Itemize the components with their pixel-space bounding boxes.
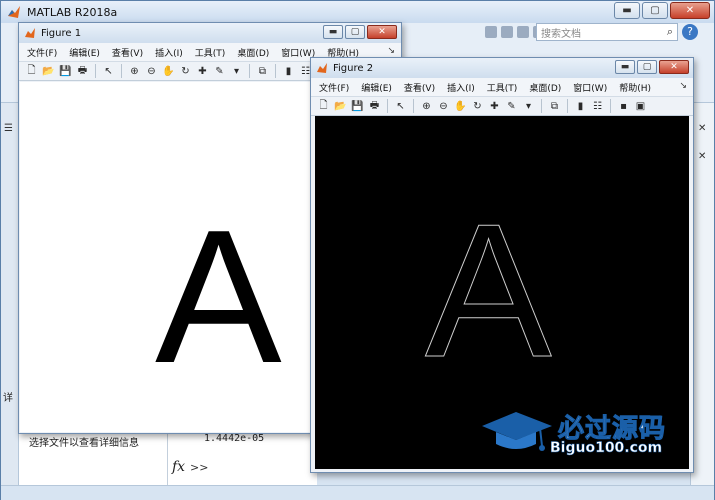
maximize-icon[interactable]: ▢ (642, 2, 668, 19)
link-icon[interactable]: ⧉ (547, 99, 562, 114)
colorbar-icon[interactable]: ▮ (573, 99, 588, 114)
figure-icon (317, 63, 327, 73)
toolbar-separator (413, 99, 414, 113)
zoom-out-icon[interactable]: ⊖ (144, 64, 159, 79)
menu-overflow-icon[interactable]: ↘ (679, 81, 687, 91)
quick-cut-icon[interactable] (501, 26, 513, 38)
close-icon[interactable]: ✕ (659, 60, 689, 74)
documentation-search-input[interactable]: 搜索文档 ⌕ (536, 23, 678, 41)
figure2-titlebar[interactable]: Figure 2 ▬ ▢ ✕ (311, 58, 693, 78)
toolbar-separator (541, 99, 542, 113)
figure1-title: Figure 1 (41, 27, 82, 39)
menu-file[interactable]: 文件(F) (27, 46, 57, 59)
maximize-icon[interactable]: ▢ (637, 60, 657, 74)
menu-file[interactable]: 文件(F) (319, 81, 349, 94)
minimize-icon[interactable]: ▬ (614, 2, 640, 19)
menu-help[interactable]: 帮助(H) (619, 81, 651, 94)
toolbar-separator (610, 99, 611, 113)
figure-icon (25, 28, 35, 38)
menu-edit[interactable]: 编辑(E) (69, 46, 100, 59)
rotate-3d-icon[interactable]: ↻ (470, 99, 485, 114)
quick-save-icon[interactable] (485, 26, 497, 38)
menu-desktop[interactable]: 桌面(D) (237, 46, 269, 59)
close-icon[interactable]: ✕ (670, 2, 710, 19)
menu-view[interactable]: 查看(V) (404, 81, 435, 94)
panel-close-icon[interactable]: ✕ (698, 151, 706, 162)
toolbar-separator (95, 64, 96, 78)
menu-tools[interactable]: 工具(T) (487, 81, 518, 94)
data-cursor-icon[interactable]: ✚ (195, 64, 210, 79)
help-icon[interactable]: ? (682, 24, 698, 40)
open-folder-icon[interactable]: 📂 (41, 64, 56, 79)
current-folder-panel-edge: ☰ (1, 103, 19, 500)
maximize-icon[interactable]: ▢ (345, 25, 365, 39)
command-prompt: >> (190, 461, 209, 474)
figure2-image-letter: A (425, 185, 553, 397)
menu-window[interactable]: 窗口(W) (573, 81, 607, 94)
figure2-title: Figure 2 (333, 62, 374, 74)
menu-overflow-icon[interactable]: ↘ (387, 46, 395, 56)
search-icon[interactable]: ⌕ (667, 25, 673, 39)
command-output-value: 1.4442e-05 (204, 433, 265, 444)
fx-icon[interactable]: fx (172, 459, 185, 475)
main-window-title: MATLAB R2018a (27, 5, 118, 19)
zoom-out-icon[interactable]: ⊖ (436, 99, 451, 114)
figure1-image-letter: A (155, 191, 282, 403)
brush-icon[interactable]: ✎ (504, 99, 519, 114)
quick-copy-icon[interactable] (517, 26, 529, 38)
zoom-in-icon[interactable]: ⊕ (419, 99, 434, 114)
matlab-logo-icon (8, 6, 20, 18)
close-icon[interactable]: ✕ (367, 25, 397, 39)
hide-plot-tools-icon[interactable]: ▪ (616, 99, 631, 114)
print-icon[interactable]: 🖶 (75, 64, 90, 79)
toolbar-separator (121, 64, 122, 78)
toolbar-separator (567, 99, 568, 113)
rotate-3d-icon[interactable]: ↻ (178, 64, 193, 79)
main-titlebar[interactable]: MATLAB R2018a ▬ ▢ ✕ (1, 1, 714, 23)
watermark-logo: 必过源码 Biguo100.com (480, 408, 690, 460)
new-file-icon[interactable]: 🗋 (316, 99, 331, 114)
link-icon[interactable]: ⧉ (255, 64, 270, 79)
menu-view[interactable]: 查看(V) (112, 46, 143, 59)
save-icon[interactable]: 💾 (350, 99, 365, 114)
graduation-cap-icon (482, 412, 552, 451)
new-file-icon[interactable]: 🗋 (24, 64, 39, 79)
toolbar-separator (249, 64, 250, 78)
print-icon[interactable]: 🖶 (367, 99, 382, 114)
zoom-in-icon[interactable]: ⊕ (127, 64, 142, 79)
search-placeholder: 搜索文档 (541, 28, 581, 40)
panel-close-icon[interactable]: ✕ (698, 123, 706, 134)
open-folder-icon[interactable]: 📂 (333, 99, 348, 114)
figure2-menubar: 文件(F) 编辑(E) 查看(V) 插入(I) 工具(T) 桌面(D) 窗口(W… (311, 78, 693, 96)
menu-desktop[interactable]: 桌面(D) (529, 81, 561, 94)
menu-insert[interactable]: 插入(I) (447, 81, 475, 94)
legend-icon[interactable]: ☷ (590, 99, 605, 114)
toolbar-separator (387, 99, 388, 113)
minimize-icon[interactable]: ▬ (615, 60, 635, 74)
save-icon[interactable]: 💾 (58, 64, 73, 79)
show-plot-tools-icon[interactable]: ▣ (633, 99, 648, 114)
status-bar (1, 485, 714, 500)
brush-dropdown-icon[interactable]: ▾ (521, 99, 536, 114)
figure2-toolbar: 🗋 📂 💾 🖶 ↖ ⊕ ⊖ ✋ ↻ ✚ ✎ ▾ ⧉ ▮ ☷ ▪ ▣ (311, 96, 693, 116)
figure1-titlebar[interactable]: Figure 1 ▬ ▢ ✕ (19, 23, 401, 43)
pan-hand-icon[interactable]: ✋ (161, 64, 176, 79)
menu-tools[interactable]: 工具(T) (195, 46, 226, 59)
data-cursor-icon[interactable]: ✚ (487, 99, 502, 114)
details-tab[interactable]: 详 (3, 389, 19, 404)
watermark-en-text: Biguo100.com (550, 440, 663, 457)
menu-insert[interactable]: 插入(I) (155, 46, 183, 59)
brush-icon[interactable]: ✎ (212, 64, 227, 79)
brush-dropdown-icon[interactable]: ▾ (229, 64, 244, 79)
panel-grip-icon[interactable]: ☰ (4, 123, 13, 134)
toolbar-separator (275, 64, 276, 78)
pan-hand-icon[interactable]: ✋ (453, 99, 468, 114)
details-hint: 选择文件以查看详细信息 (29, 438, 139, 449)
pointer-icon[interactable]: ↖ (393, 99, 408, 114)
menu-edit[interactable]: 编辑(E) (361, 81, 392, 94)
minimize-icon[interactable]: ▬ (323, 25, 343, 39)
pointer-icon[interactable]: ↖ (101, 64, 116, 79)
colorbar-icon[interactable]: ▮ (281, 64, 296, 79)
